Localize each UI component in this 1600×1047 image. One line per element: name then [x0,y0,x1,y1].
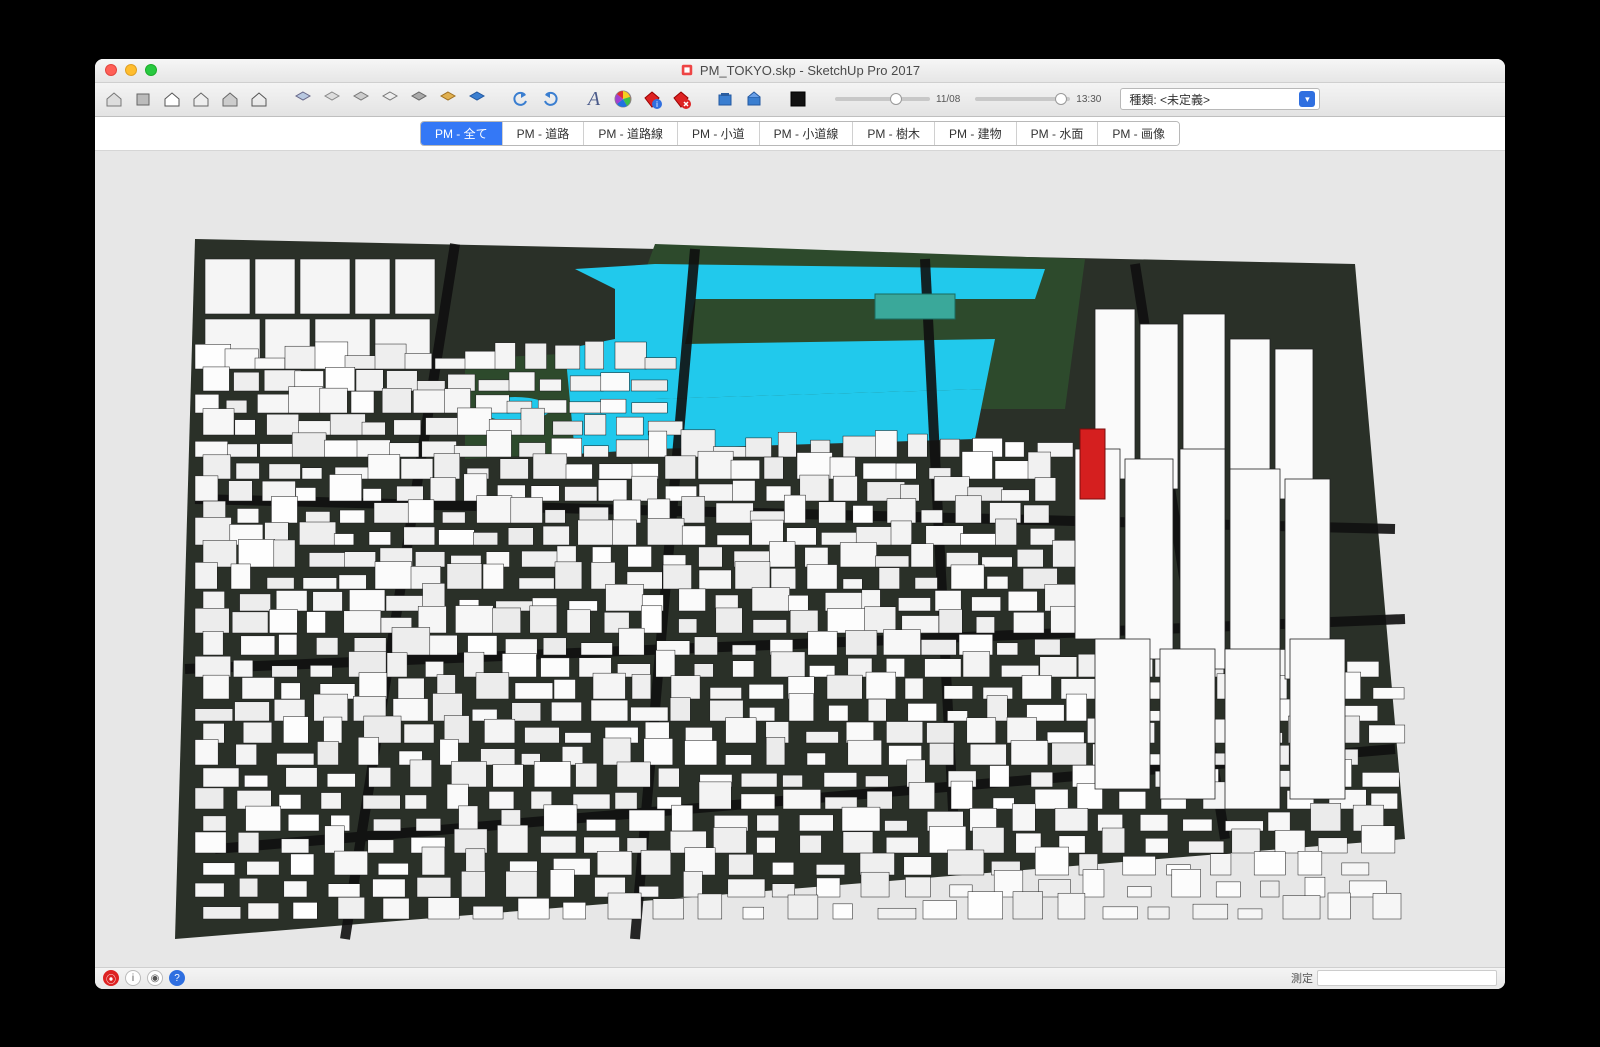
measure-label: 測定 [1291,970,1313,986]
tab-pm-all[interactable]: PM - 全て [421,122,503,145]
time-slider[interactable]: 13:30 [969,94,1107,105]
redo-button[interactable] [537,86,563,112]
help-icon[interactable]: ? [169,970,185,986]
layer-icon[interactable] [348,86,374,112]
close-button[interactable] [105,64,117,76]
info-icon[interactable]: i [125,970,141,986]
layer-icon[interactable] [464,86,490,112]
layer-icon[interactable] [435,86,461,112]
statusbar: ⦿ i ◉ ? 測定 [95,967,1505,989]
sketchup-file-icon [680,63,694,77]
tab-pm-path[interactable]: PM - 小道 [678,122,760,145]
layer-icon[interactable] [377,86,403,112]
date-slider[interactable]: 11/08 [829,94,966,105]
scene-icon[interactable] [217,86,243,112]
layer-icon[interactable] [319,86,345,112]
main-toolbar: A i 11/08 13:30 種類: <未定義> ▾ [95,83,1505,117]
extension-open-icon[interactable] [741,86,767,112]
time-slider-label: 13:30 [1076,94,1101,105]
tab-pm-image[interactable]: PM - 画像 [1098,122,1179,145]
ruby-info-icon[interactable]: i [639,86,665,112]
layer-icon[interactable] [290,86,316,112]
app-window: PM_TOKYO.skp - SketchUp Pro 2017 A i [95,59,1505,989]
date-slider-label: 11/08 [936,94,960,105]
scene-icon[interactable] [188,86,214,112]
measure-input[interactable] [1317,970,1497,986]
tab-pm-building[interactable]: PM - 建物 [935,122,1017,145]
dropdown-arrow-icon: ▾ [1299,91,1315,107]
ruby-cancel-icon[interactable] [668,86,694,112]
scene-icon[interactable] [246,86,272,112]
scene-icon[interactable] [101,86,127,112]
maximize-button[interactable] [145,64,157,76]
measurement-box: 測定 [1291,970,1497,986]
person-icon[interactable]: ◉ [147,970,163,986]
color-wheel-icon[interactable] [610,86,636,112]
type-label-prefix: 種類: [1129,93,1156,107]
layer-icon[interactable] [406,86,432,112]
scene-tabbar: PM - 全て PM - 道路 PM - 道路線 PM - 小道 PM - 小道… [95,117,1505,151]
type-dropdown[interactable]: 種類: <未定義> ▾ [1120,88,1320,110]
title-text: PM_TOKYO.skp - SketchUp Pro 2017 [700,63,920,78]
titlebar: PM_TOKYO.skp - SketchUp Pro 2017 [95,59,1505,83]
svg-text:i: i [656,100,658,109]
tab-pm-pathline[interactable]: PM - 小道線 [760,122,854,145]
status-icons: ⦿ i ◉ ? [103,970,185,986]
undo-button[interactable] [508,86,534,112]
minimize-button[interactable] [125,64,137,76]
text-tool-icon[interactable]: A [581,86,607,112]
tab-pm-roadline[interactable]: PM - 道路線 [584,122,678,145]
window-controls [105,64,157,76]
swatch-black-icon[interactable] [785,86,811,112]
scene-icon[interactable] [159,86,185,112]
tab-pm-tree[interactable]: PM - 樹木 [853,122,935,145]
window-title: PM_TOKYO.skp - SketchUp Pro 2017 [680,63,920,78]
type-label-value: <未定義> [1157,93,1210,107]
3d-viewport[interactable] [95,151,1505,967]
scene-tabs: PM - 全て PM - 道路 PM - 道路線 PM - 小道 PM - 小道… [420,121,1180,146]
geo-icon[interactable]: ⦿ [103,970,119,986]
tab-pm-road[interactable]: PM - 道路 [503,122,585,145]
scene-icon[interactable] [130,86,156,112]
tab-pm-water[interactable]: PM - 水面 [1017,122,1099,145]
extension-box-icon[interactable] [712,86,738,112]
